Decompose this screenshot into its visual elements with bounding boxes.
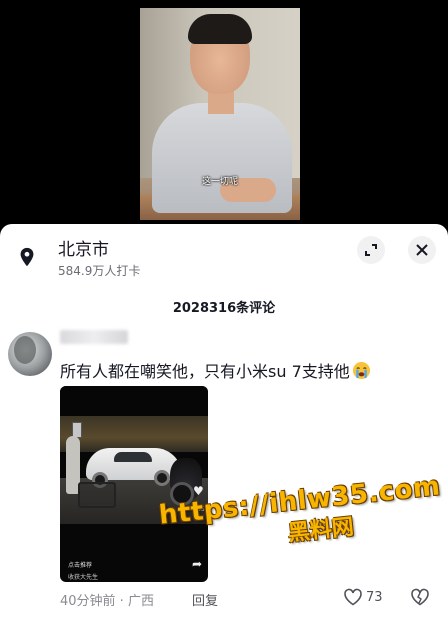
meta-separator: · xyxy=(115,594,128,609)
media-chairs xyxy=(78,482,116,508)
close-icon xyxy=(416,244,428,256)
comment-video-thumbnail[interactable]: ♥ 135 ➦ 点击推荐 收获大先生 xyxy=(60,386,208,582)
video-player[interactable]: 这一切呢 xyxy=(0,0,448,224)
expand-icon xyxy=(365,244,377,256)
video-subtitle: 这一切呢 xyxy=(201,177,238,187)
like-button[interactable]: 73 xyxy=(343,588,383,606)
media-tag: 点击推荐 xyxy=(68,562,93,569)
media-trees xyxy=(60,416,208,452)
close-button[interactable] xyxy=(408,236,436,264)
comment-meta: 40分钟前 · 广西 xyxy=(60,590,154,609)
media-car-wheel xyxy=(154,470,170,486)
loudly-crying-face-icon xyxy=(352,361,370,380)
dislike-button[interactable] xyxy=(410,588,430,610)
comment-region: 广西 xyxy=(127,594,154,609)
watermark-text: 黑料网 xyxy=(286,514,356,547)
comment-body: 所有人都在嘲笑他，只有小米su 7支持他 xyxy=(60,358,371,382)
broken-heart-icon xyxy=(411,588,429,606)
video-frame[interactable]: 这一切呢 xyxy=(140,8,300,220)
person-hair xyxy=(188,14,252,44)
reply-button[interactable]: 回复 xyxy=(192,590,218,609)
comment-count: 2028316条评论 xyxy=(172,301,276,316)
like-count: 73 xyxy=(366,589,383,605)
comment-text: 所有人都在嘲笑他，只有小米su 7支持他 xyxy=(60,362,350,381)
heart-outline-icon xyxy=(344,588,362,606)
location-checkins: 584.9万人打卡 xyxy=(58,264,141,278)
username-blurred[interactable] xyxy=(60,330,128,344)
heart-icon: ♥ xyxy=(193,484,204,498)
avatar[interactable] xyxy=(8,332,52,376)
share-icon: ➦ xyxy=(192,557,203,571)
location-city[interactable]: 北京市 xyxy=(58,235,109,260)
location-pin-icon xyxy=(20,247,34,267)
media-side-count: 135 xyxy=(193,506,205,513)
media-author: 收获大先生 xyxy=(68,574,99,581)
media-sky xyxy=(60,386,208,420)
media-motorcycle-wheel xyxy=(170,482,194,506)
comment-time: 40分钟前 xyxy=(60,594,116,609)
comment-panel: 北京市 584.9万人打卡 2028316条评论 所有人都在嘲笑他，只有小米su… xyxy=(0,224,448,621)
expand-button[interactable] xyxy=(357,236,385,264)
